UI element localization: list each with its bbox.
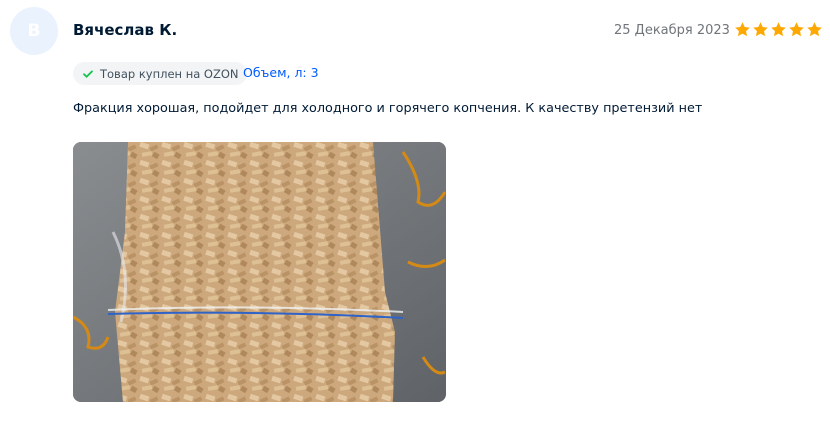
star-icon bbox=[771, 22, 786, 37]
review-photo[interactable] bbox=[73, 142, 446, 402]
review-photo-image bbox=[73, 142, 446, 402]
variant-link[interactable]: Объем, л: 3 bbox=[243, 65, 319, 80]
review-text: Фракция хорошая, подойдет для холодного … bbox=[73, 101, 703, 116]
purchase-badge-label: Товар куплен на OZON bbox=[100, 66, 239, 81]
avatar: В bbox=[10, 7, 58, 55]
star-icon bbox=[753, 22, 768, 37]
purchase-badge: Товар куплен на OZON bbox=[73, 62, 247, 85]
avatar-letter: В bbox=[27, 21, 41, 41]
star-icon bbox=[807, 22, 822, 37]
star-icon bbox=[789, 22, 804, 37]
check-icon bbox=[83, 70, 93, 78]
review-date: 25 Декабря 2023 bbox=[614, 23, 730, 38]
author-name: Вячеслав К. bbox=[73, 21, 178, 39]
rating-stars bbox=[734, 21, 823, 38]
star-icon bbox=[735, 22, 750, 37]
